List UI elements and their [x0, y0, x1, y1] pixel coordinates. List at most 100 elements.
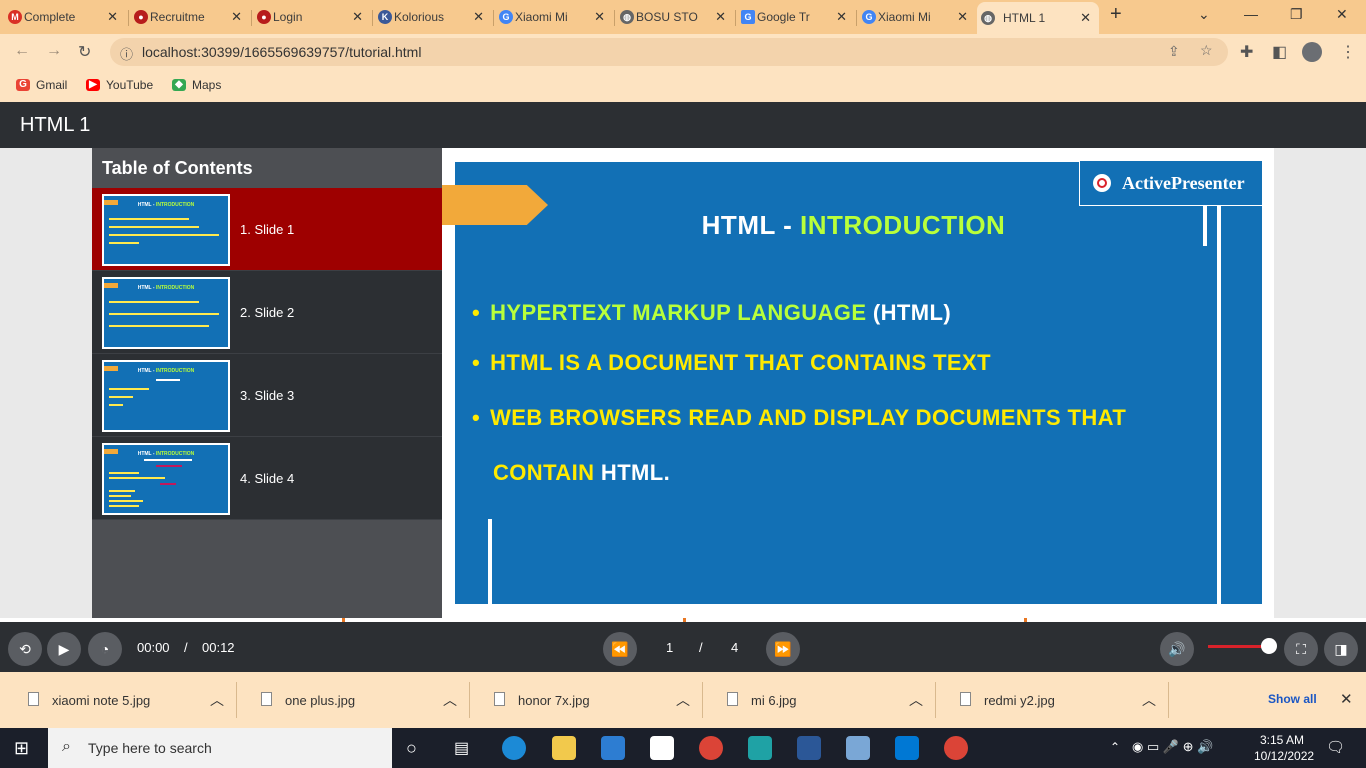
- browser-tab[interactable]: K Kolorious ✕: [374, 4, 492, 30]
- slide-thumbnail: HTML - INTRODUCTION: [102, 443, 230, 515]
- edge-icon[interactable]: [502, 736, 526, 760]
- close-downloads-icon[interactable]: ✕: [1340, 690, 1353, 708]
- activepresenter-app-icon[interactable]: [748, 736, 772, 760]
- close-tab-icon[interactable]: ✕: [473, 9, 484, 25]
- browser-tab[interactable]: G Google Tr ✕: [737, 4, 855, 30]
- browser-tab-active[interactable]: ◍ HTML 1 ✕: [977, 2, 1099, 34]
- replay-icon[interactable]: ⟲: [8, 632, 42, 666]
- toc-item[interactable]: HTML - INTRODUCTION 4. Slide 4: [92, 437, 442, 520]
- close-window-icon[interactable]: ✕: [1336, 6, 1348, 23]
- tray-icons[interactable]: ◉ ▭ 🎤 ⊕ 🔊: [1132, 739, 1213, 755]
- translate-icon: G: [741, 10, 755, 24]
- maximize-icon[interactable]: ❐: [1290, 6, 1303, 23]
- reload-icon[interactable]: ↻: [78, 42, 91, 62]
- mail-icon[interactable]: [650, 736, 674, 760]
- close-tab-icon[interactable]: ✕: [957, 9, 968, 25]
- close-tab-icon[interactable]: ✕: [231, 9, 242, 25]
- chrome-profile-icon[interactable]: [944, 736, 968, 760]
- volume-icon[interactable]: 🔊: [1160, 632, 1194, 666]
- chevron-up-icon[interactable]: ︿: [909, 690, 923, 710]
- bookmarks-bar: G Gmail ▶ YouTube ◆ Maps: [0, 70, 1366, 102]
- browser-tab[interactable]: M Complete ✕: [4, 4, 126, 30]
- download-item[interactable]: xiaomi note 5.jpg ︿: [4, 672, 237, 728]
- slide-thumbnail: HTML - INTRODUCTION: [102, 360, 230, 432]
- close-tab-icon[interactable]: ✕: [352, 9, 363, 25]
- previous-slide-icon[interactable]: ⏪: [603, 632, 637, 666]
- chevron-up-icon[interactable]: ︿: [676, 690, 690, 710]
- avatar[interactable]: [1302, 42, 1322, 62]
- browser-tab[interactable]: ◍ BOSU STO ✕: [616, 4, 734, 30]
- slide-bullet: • WEB BROWSERS READ AND DISPLAY DOCUMENTS…: [472, 405, 1127, 430]
- download-item[interactable]: mi 6.jpg ︿: [703, 672, 936, 728]
- google-icon: G: [16, 79, 30, 91]
- extensions-icon[interactable]: ✚: [1240, 42, 1253, 62]
- vscode-icon[interactable]: [895, 736, 919, 760]
- toc-item[interactable]: HTML - INTRODUCTION 1. Slide 1: [92, 188, 442, 271]
- cortana-icon[interactable]: ○: [406, 738, 417, 759]
- tab-search-icon[interactable]: ⌄: [1198, 6, 1210, 23]
- maps-icon: ◆: [172, 79, 186, 91]
- youtube-icon: ▶: [86, 79, 100, 91]
- browser-tab[interactable]: ● Recruitme ✕: [130, 4, 250, 30]
- share-icon[interactable]: ⇪: [1168, 43, 1180, 60]
- close-tab-icon[interactable]: ✕: [107, 9, 118, 25]
- side-panel-icon[interactable]: ◧: [1272, 42, 1287, 62]
- word-icon[interactable]: [797, 736, 821, 760]
- file-icon: [494, 692, 505, 706]
- slide-decor-line: [488, 519, 492, 604]
- browser-tab[interactable]: ● Login ✕: [253, 4, 371, 30]
- next-slide-icon[interactable]: ⏩: [766, 632, 800, 666]
- duration: 00:12: [202, 640, 235, 655]
- toc-item[interactable]: HTML - INTRODUCTION 3. Slide 3: [92, 354, 442, 437]
- download-item[interactable]: honor 7x.jpg ︿: [470, 672, 703, 728]
- activepresenter-logo-icon: [1093, 174, 1111, 192]
- windows-start-icon[interactable]: ⊞: [14, 738, 29, 759]
- search-icon: ⌕: [62, 738, 71, 755]
- menu-icon[interactable]: ⋮: [1340, 42, 1356, 62]
- gmail-icon: M: [8, 10, 22, 24]
- info-icon[interactable]: ⓘ: [120, 44, 133, 63]
- google-icon: G: [862, 10, 876, 24]
- file-explorer-icon[interactable]: [552, 736, 576, 760]
- taskbar-search[interactable]: ⌕ Type here to search: [48, 728, 392, 768]
- player-controls: ⟲ ▶ ◔ 00:00 / 00:12 ⏪ 1 / 4 ⏩ 🔊 ⛶ ◨: [0, 622, 1366, 672]
- store-icon[interactable]: [601, 736, 625, 760]
- toggle-sidebar-icon[interactable]: ◨: [1324, 632, 1358, 666]
- download-item[interactable]: redmi y2.jpg ︿: [936, 672, 1169, 728]
- app-icon[interactable]: [846, 736, 870, 760]
- download-item[interactable]: one plus.jpg ︿: [237, 672, 470, 728]
- time-separator: /: [184, 640, 188, 655]
- bookmark-star-icon[interactable]: ☆: [1200, 42, 1213, 59]
- show-all-link[interactable]: Show all: [1268, 692, 1317, 706]
- bookmark-maps[interactable]: ◆ Maps: [172, 78, 221, 92]
- minimize-icon[interactable]: —: [1244, 6, 1258, 22]
- notification-icon[interactable]: 🗨: [1326, 738, 1345, 756]
- back-icon[interactable]: ←: [14, 42, 30, 60]
- browser-tab-strip: M Complete ✕ ● Recruitme ✕ ● Login ✕ K K…: [0, 0, 1366, 34]
- speed-icon[interactable]: ◔: [88, 632, 122, 666]
- close-tab-icon[interactable]: ✕: [594, 9, 605, 25]
- address-bar[interactable]: ⓘ localhost:30399/1665569639757/tutorial…: [110, 38, 1228, 66]
- browser-tab[interactable]: G Xiaomi Mi ✕: [495, 4, 613, 30]
- page-title: HTML 1: [0, 102, 1366, 148]
- volume-slider-handle[interactable]: [1261, 638, 1277, 654]
- taskbar-clock[interactable]: 3:15 AM 10/12/2022: [1254, 732, 1314, 764]
- tray-overflow-icon[interactable]: ⌃: [1110, 740, 1120, 754]
- close-tab-icon[interactable]: ✕: [836, 9, 847, 25]
- bookmark-youtube[interactable]: ▶ YouTube: [86, 78, 153, 92]
- close-tab-icon[interactable]: ✕: [1080, 10, 1091, 26]
- chrome-icon[interactable]: [699, 736, 723, 760]
- close-tab-icon[interactable]: ✕: [715, 9, 726, 25]
- forward-icon[interactable]: →: [46, 42, 62, 60]
- chevron-up-icon[interactable]: ︿: [210, 690, 224, 710]
- new-tab-icon[interactable]: +: [1110, 3, 1122, 26]
- bookmark-gmail[interactable]: G Gmail: [16, 78, 67, 92]
- chevron-up-icon[interactable]: ︿: [1142, 690, 1156, 710]
- chevron-up-icon[interactable]: ︿: [443, 690, 457, 710]
- fullscreen-icon[interactable]: ⛶: [1284, 632, 1318, 666]
- file-icon: [727, 692, 738, 706]
- browser-tab[interactable]: G Xiaomi Mi ✕: [858, 4, 976, 30]
- play-icon[interactable]: ▶: [47, 632, 81, 666]
- toc-item[interactable]: HTML - INTRODUCTION 2. Slide 2: [92, 271, 442, 354]
- task-view-icon[interactable]: ▤: [454, 738, 469, 758]
